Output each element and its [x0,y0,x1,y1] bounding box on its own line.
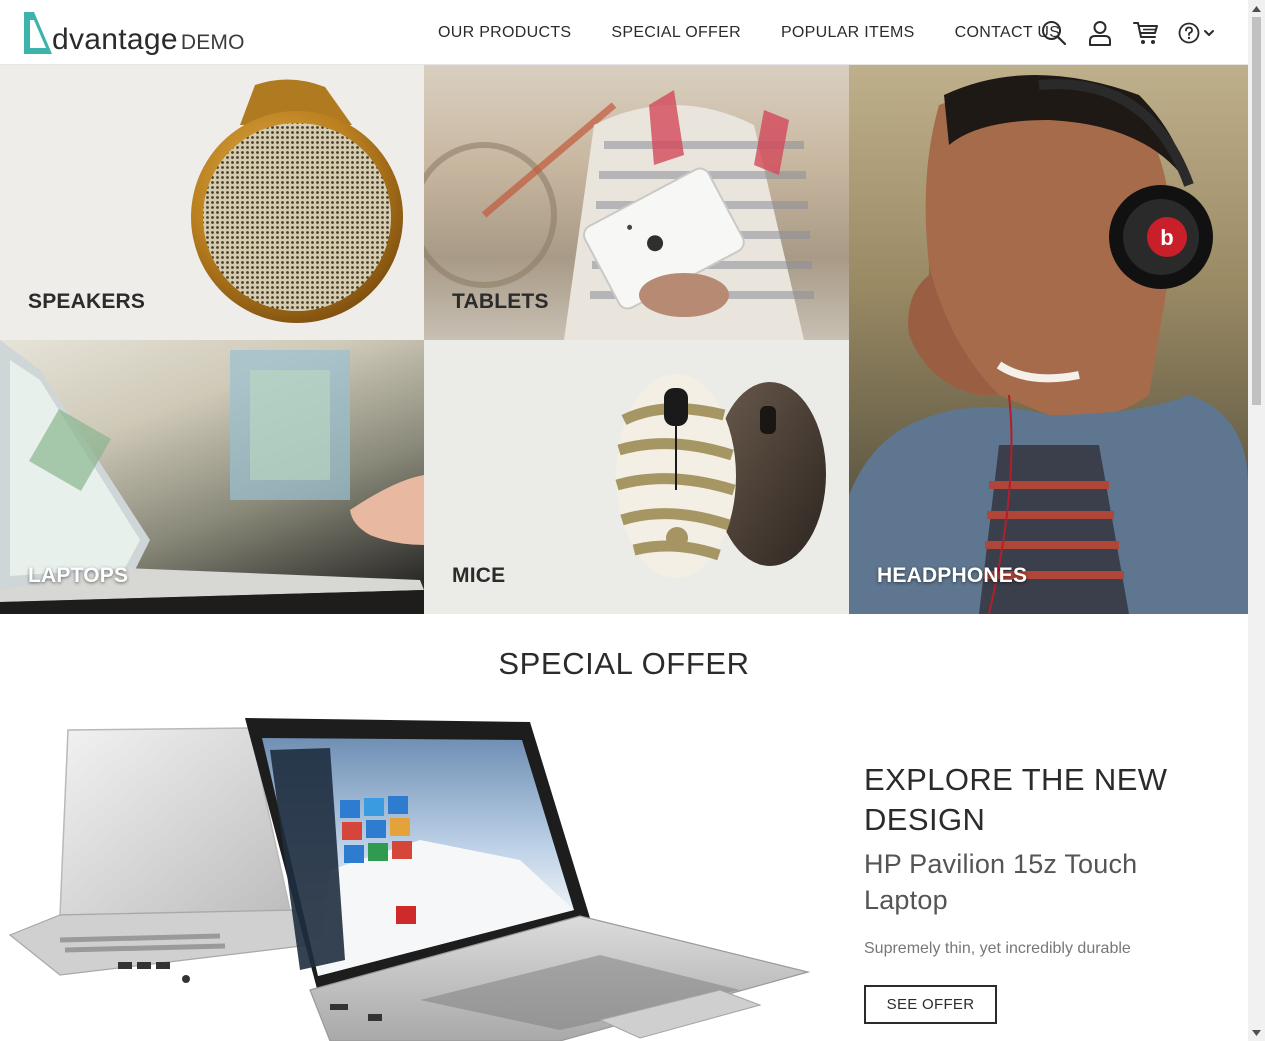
svg-text:b: b [1160,225,1173,250]
user-button[interactable] [1086,19,1114,47]
offer-text-block: EXPLORE THE NEW DESIGN HP Pavilion 15z T… [864,760,1224,958]
logo-subtext: DEMO [180,31,245,54]
category-label-mice: MICE [452,564,506,587]
search-icon [1042,21,1067,46]
nav-popular-items[interactable]: POPULAR ITEMS [781,24,915,42]
help-menu-button[interactable] [1178,19,1220,47]
logo-mark-icon [24,12,52,54]
logo-link[interactable]: dvantage DEMO [22,10,245,56]
site-header: dvantage DEMO OUR PRODUCTS SPECIAL OFFER… [0,0,1248,65]
category-label-speakers: SPEAKERS [28,290,146,313]
main-nav: OUR PRODUCTS SPECIAL OFFER POPULAR ITEMS… [438,0,1060,65]
category-label-headphones: HEADPHONES [877,564,1028,587]
category-tile-laptops[interactable]: LAPTOPS [0,340,424,614]
category-label-tablets: TABLETS [452,290,549,313]
triangle-up-icon [1252,5,1261,12]
user-icon [1089,21,1111,46]
scroll-up-arrow[interactable] [1248,0,1265,17]
offer-description: Supremely thin, yet incredibly durable [864,940,1131,957]
offer-product-name: HP Pavilion 15z Touch Laptop [864,849,1138,915]
scroll-down-arrow[interactable] [1248,1024,1265,1041]
headphones-image: b [849,75,1248,614]
search-button[interactable] [1040,19,1068,47]
special-offer-title: SPECIAL OFFER [498,646,750,681]
triangle-down-icon [1252,1029,1261,1036]
header-icons [1040,18,1220,48]
cart-button[interactable] [1132,19,1160,47]
logo-text: dvantage [52,23,178,56]
cart-icon [1133,22,1158,44]
nav-our-products[interactable]: OUR PRODUCTS [438,24,571,42]
category-tile-mice[interactable]: MICE [424,340,849,614]
category-tile-speakers[interactable]: SPEAKERS [0,65,424,340]
category-label-laptops: LAPTOPS [28,564,129,587]
offer-laptop-image [8,718,811,1041]
chevron-down-icon [1204,30,1214,36]
category-tile-headphones[interactable]: b HEADPHONES [849,65,1248,614]
scroll-thumb[interactable] [1252,17,1261,405]
page-scrollbar[interactable] [1248,0,1265,1041]
category-tile-tablets[interactable]: TABLETS [424,65,849,340]
nav-special-offer[interactable]: SPECIAL OFFER [611,24,741,42]
see-offer-button[interactable]: SEE OFFER [864,985,997,1024]
offer-headline: EXPLORE THE NEW DESIGN [864,762,1168,837]
help-icon [1178,22,1200,44]
